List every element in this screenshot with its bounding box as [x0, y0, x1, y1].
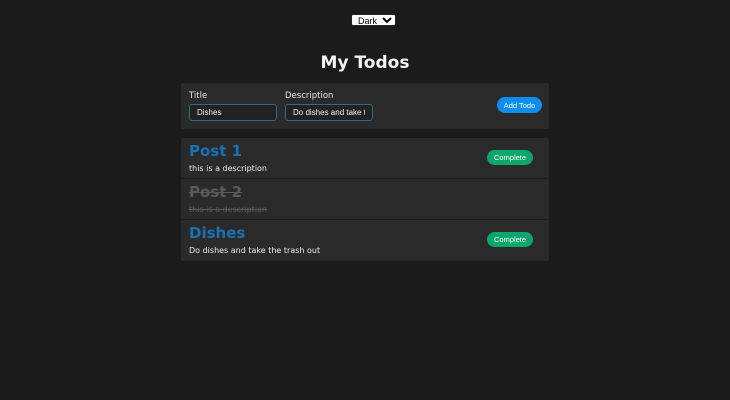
theme-select-wrapper: Dark: [351, 9, 396, 28]
todo-title: Post 2: [189, 183, 243, 201]
todo-title: Post 1: [189, 142, 243, 160]
complete-button[interactable]: Complete: [487, 232, 533, 247]
description-input[interactable]: [285, 104, 373, 121]
todo-item-completed: Post 2 this is a description: [181, 179, 549, 220]
add-todo-button[interactable]: Add Todo: [497, 97, 542, 113]
todo-description: this is a description: [189, 205, 267, 214]
description-label: Description: [285, 91, 334, 101]
title-label: Title: [189, 91, 208, 101]
todo-description: this is a description: [189, 164, 267, 173]
todo-item: Post 1 this is a description Complete: [181, 138, 549, 179]
todo-item: Dishes Do dishes and take the trash out …: [181, 220, 549, 261]
todo-description: Do dishes and take the trash out: [189, 246, 321, 255]
add-todo-form: Title Description Add Todo: [181, 83, 549, 129]
todo-title: Dishes: [189, 224, 246, 242]
todo-list: Post 1 this is a description Complete Po…: [181, 138, 549, 261]
theme-select[interactable]: Dark: [351, 14, 396, 26]
complete-button[interactable]: Complete: [487, 150, 533, 165]
page-title: My Todos: [320, 53, 410, 73]
title-input[interactable]: [189, 104, 277, 121]
